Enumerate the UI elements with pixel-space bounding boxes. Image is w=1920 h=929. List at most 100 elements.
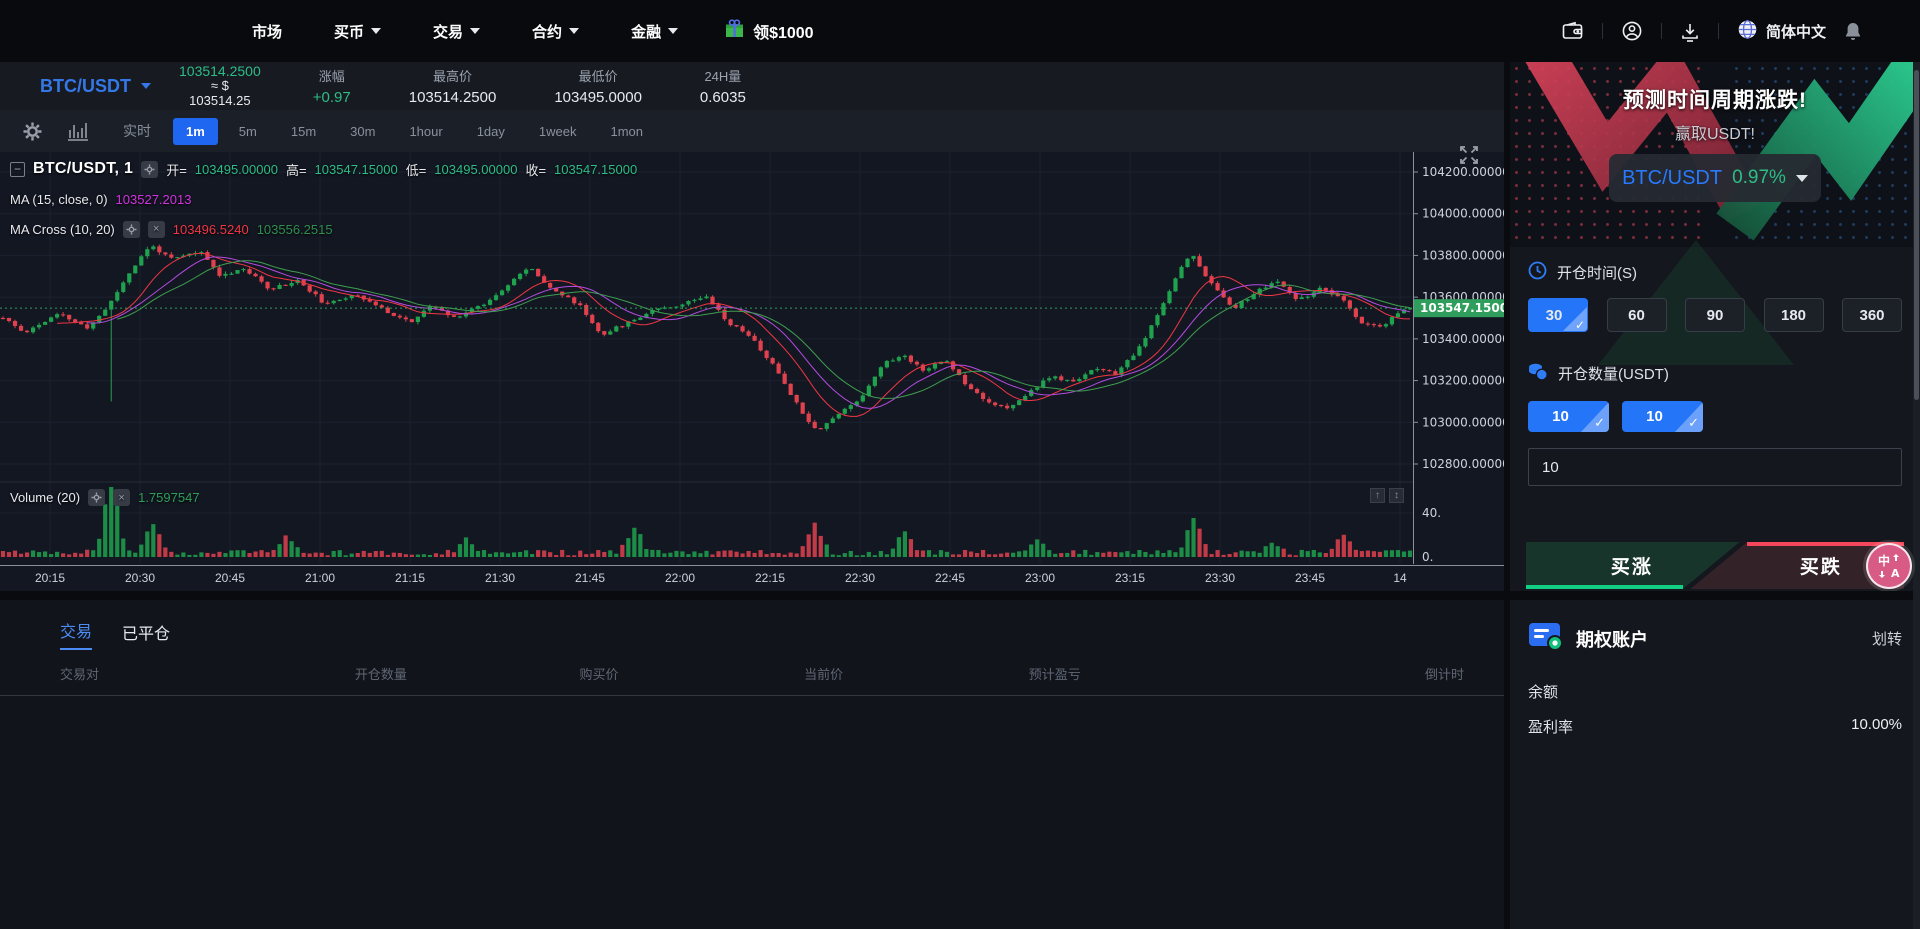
settings-gear-icon[interactable] (22, 121, 43, 142)
svg-text:102800.00000: 102800.00000 (1422, 457, 1504, 471)
chevron-down-icon (371, 28, 381, 34)
time-label: 22:15 (748, 571, 792, 585)
high-label: 高= (286, 160, 307, 179)
nav-contract[interactable]: 合约 (532, 21, 579, 42)
indicator-chart-icon[interactable] (67, 121, 89, 141)
time-label: 23:30 (1198, 571, 1242, 585)
scrollbar-thumb[interactable] (1914, 70, 1919, 400)
time-label: 22:30 (838, 571, 882, 585)
svg-text:103547.15000: 103547.15000 (1420, 301, 1504, 315)
approx-label: ≈ $ (179, 79, 261, 94)
stat-volume-24h: 24H量0.6035 (700, 66, 746, 106)
panel-pair-selector[interactable]: BTC/USDT 0.97% (1609, 154, 1821, 202)
volume-close-icon[interactable]: × (113, 489, 130, 506)
download-icon[interactable] (1680, 21, 1700, 42)
open-amount-label: 开仓数量(USDT) (1558, 363, 1669, 384)
interval-1m[interactable]: 1m (173, 118, 218, 145)
svg-text:103400.00000: 103400.00000 (1422, 332, 1504, 346)
interval-1day[interactable]: 1day (464, 118, 518, 145)
globe-icon (1737, 19, 1758, 44)
nav-trade[interactable]: 交易 (433, 21, 480, 42)
nav-market[interactable]: 市场 (252, 21, 282, 42)
buy-up-underline (1526, 585, 1683, 589)
interval-1hour[interactable]: 1hour (396, 118, 455, 145)
open-time-label: 开仓时间(S) (1557, 262, 1637, 283)
profit-rate-row: 盈利率 10.00% (1528, 716, 1902, 737)
scale-auto-icon[interactable]: ↕ (1389, 488, 1404, 503)
interval-5m[interactable]: 5m (226, 118, 270, 145)
time-label: 23:00 (1018, 571, 1062, 585)
bell-icon[interactable] (1844, 21, 1862, 41)
amount-input[interactable] (1528, 448, 1902, 486)
chevron-down-icon (1796, 175, 1808, 182)
interval-1week[interactable]: 1week (526, 118, 590, 145)
positions-table-header: 交易对 开仓数量 购买价 当前价 预计盈亏 倒计时 (0, 664, 1504, 696)
col-buy-price: 购买价 (579, 664, 804, 683)
account-title: 期权账户 (1576, 626, 1648, 652)
time-option-60[interactable]: 60 (1607, 298, 1667, 332)
collapse-icon[interactable]: − (10, 162, 25, 177)
time-label: 21:00 (298, 571, 342, 585)
time-option-30[interactable]: 30 (1528, 298, 1588, 332)
bonus-button[interactable]: 领$1000 (724, 18, 814, 44)
volume-value: 1.7597547 (138, 490, 199, 505)
nav-finance[interactable]: 金融 (631, 21, 678, 42)
tab-open-trades[interactable]: 交易 (60, 618, 92, 650)
series-settings-gear-icon[interactable] (141, 161, 158, 178)
interval-15m[interactable]: 15m (278, 118, 329, 145)
interval-1mon[interactable]: 1mon (597, 118, 656, 145)
time-label: 23:15 (1108, 571, 1152, 585)
time-label: 22:00 (658, 571, 702, 585)
col-countdown: 倒计时 (1324, 664, 1464, 683)
profit-rate-value: 10.00% (1851, 716, 1902, 737)
fullscreen-icon[interactable] (1456, 142, 1482, 173)
pair-selector[interactable]: BTC/USDT (40, 76, 151, 97)
main-nav: 市场 买币 交易 合约 金融 (252, 21, 678, 42)
chart-legend: − BTC/USDT, 1 开=103495.00000 高=103547.15… (10, 157, 637, 247)
open-time-section: 开仓时间(S) 30 60 90 180 360 (1510, 261, 1920, 332)
amount-option-1[interactable]: 10 (1528, 401, 1609, 432)
chevron-down-icon (141, 83, 151, 89)
realtime-tab[interactable]: 实时 (123, 121, 151, 141)
chart-toolbar: 实时 1m 5m 15m 30m 1hour 1day 1week 1mon (0, 110, 1504, 152)
interval-30m[interactable]: 30m (337, 118, 388, 145)
stat-low: 最低价103495.0000 (554, 66, 642, 106)
amount-option-2[interactable]: 10 (1622, 401, 1703, 432)
ma-cross-close-icon[interactable]: × (148, 221, 165, 238)
nav-buy-coin[interactable]: 买币 (334, 21, 381, 42)
time-option-360[interactable]: 360 (1842, 298, 1902, 332)
stat-label: 涨幅 (313, 66, 351, 85)
volume-settings-gear-icon[interactable] (88, 489, 105, 506)
svg-text:40.: 40. (1422, 506, 1441, 520)
account-icon[interactable] (1621, 20, 1643, 42)
time-axis[interactable]: 20:1520:3020:4521:0021:1521:3021:4522:00… (0, 565, 1504, 591)
transfer-link[interactable]: 划转 (1872, 628, 1902, 649)
last-price: 103514.2500 (179, 64, 261, 80)
time-option-90[interactable]: 90 (1685, 298, 1745, 332)
language-selector[interactable]: 简体中文 (1737, 19, 1826, 44)
positions-tabs: 交易 已平仓 (60, 618, 1504, 650)
svg-text:0.: 0. (1422, 550, 1433, 564)
ma-cross-slow-value: 103556.2515 (257, 222, 333, 237)
scale-up-icon[interactable]: ↑ (1370, 488, 1385, 503)
tab-closed-trades[interactable]: 已平仓 (122, 620, 170, 650)
volume-legend: Volume (20) × 1.7597547 (10, 489, 200, 506)
translate-widget-icon[interactable]: 中A (1866, 543, 1912, 589)
ma-cross-fast-value: 103496.5240 (173, 222, 249, 237)
col-pair: 交易对 (60, 664, 355, 683)
open-amount-label-row: 开仓数量(USDT) (1528, 362, 1902, 385)
coins-icon (1528, 362, 1548, 385)
ma-cross-settings-gear-icon[interactable] (123, 221, 140, 238)
chart-column: BTC/USDT 103514.2500 ≈ $ 103514.25 涨幅+0.… (0, 62, 1504, 929)
nav-buy-coin-label: 买币 (334, 21, 364, 42)
scrollbar[interactable] (1913, 62, 1920, 929)
legend-symbol: BTC/USDT, 1 (33, 160, 133, 178)
wallet-icon[interactable] (1562, 21, 1584, 41)
profit-rate-label: 盈利率 (1528, 716, 1573, 737)
top-right-actions: 简体中文 (1562, 19, 1862, 44)
stat-high: 最高价103514.2500 (409, 66, 497, 106)
order-panel: 预测时间周期涨跌! 赢取USDT! BTC/USDT 0.97% 开仓时间(S)… (1510, 62, 1920, 591)
account-header: 期权账户 划转 (1528, 620, 1902, 657)
approx-usd-value: 103514.25 (179, 94, 261, 109)
time-option-180[interactable]: 180 (1764, 298, 1824, 332)
